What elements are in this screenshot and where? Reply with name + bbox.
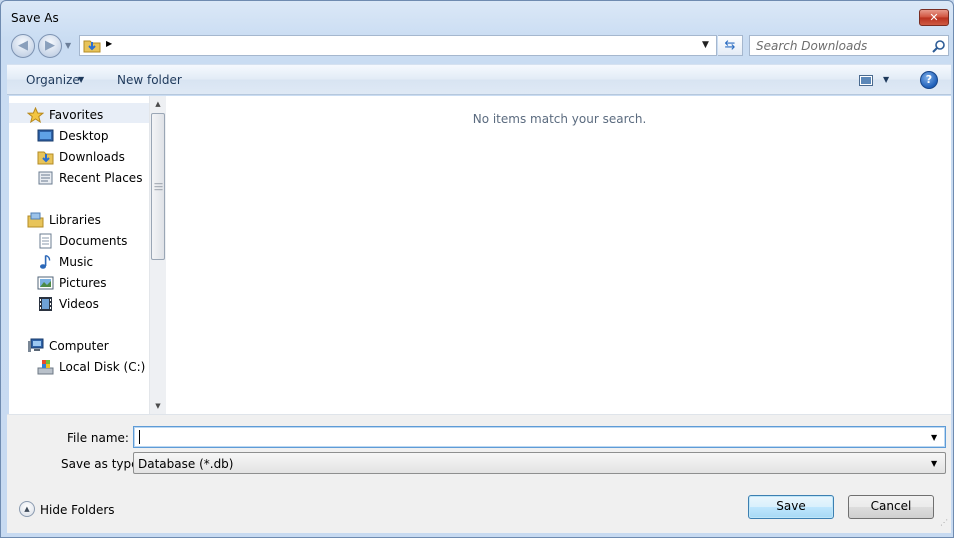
search-icon[interactable] [932,39,946,53]
nav-item-pictures[interactable]: Pictures [37,274,147,293]
save-options-panel: File name: ▼ Save as type: Database (*.d… [7,414,951,533]
close-icon: ✕ [929,11,939,24]
recent-places-icon [38,171,53,185]
music-icon [40,254,51,269]
nav-item-label: Music [59,255,94,269]
text-caret [139,430,140,444]
nav-item-favorites[interactable]: Favorites [27,106,147,125]
nav-item-computer[interactable]: Computer [27,337,147,356]
title-bar: Save As ✕ [1,1,953,33]
hide-folders-label: Hide Folders [40,503,115,517]
collapse-up-icon: ▲ [19,501,35,517]
nav-item-local-disk[interactable]: Local Disk (C:) [37,358,147,377]
nav-item-label: Favorites [49,108,104,122]
nav-item-label: Computer [49,339,109,353]
scroll-up-arrow-icon[interactable]: ▲ [150,96,166,112]
savetype-select[interactable]: Database (*.db) ▼ [133,452,946,474]
nav-item-videos[interactable]: Videos [37,295,147,314]
resize-grip-icon[interactable]: ⋰ [940,519,950,531]
nav-item-label: Recent Places [59,171,143,185]
recent-locations-dropdown[interactable]: ▼ [65,41,71,50]
savetype-label: Save as type: [61,457,143,471]
organize-dropdown-icon[interactable]: ▼ [78,75,84,84]
new-folder-button[interactable]: New folder [117,73,182,87]
nav-item-documents[interactable]: Documents [37,232,147,251]
scroll-down-arrow-icon[interactable]: ▼ [150,398,166,414]
filename-dropdown-icon[interactable]: ▼ [931,433,937,442]
save-button[interactable]: Save [748,495,834,519]
views-icon[interactable] [859,75,873,86]
pictures-icon [37,276,54,290]
nav-item-downloads[interactable]: Downloads [37,148,147,167]
videos-icon [39,297,52,311]
cancel-button[interactable]: Cancel [848,495,934,519]
save-as-dialog: Save As ✕ ◀ ▶ ▼ ▶ ▼ ⇆ Organize ▼ New fol… [0,0,954,538]
help-icon[interactable]: ? [920,71,938,89]
navigation-pane: Favorites Desktop Downloads Recent Place… [9,96,166,414]
local-disk-icon [37,360,54,375]
refresh-icon: ⇆ [724,38,736,53]
nav-item-label: Downloads [59,150,125,164]
nav-item-label: Videos [59,297,99,311]
address-dropdown-icon[interactable]: ▼ [702,40,709,50]
desktop-icon [37,129,54,142]
savetype-dropdown-icon[interactable]: ▼ [931,459,937,468]
downloads-folder-icon [37,151,54,165]
search-box[interactable] [749,35,949,56]
nav-item-label: Pictures [59,276,107,290]
downloads-folder-icon [83,40,101,53]
nav-item-libraries[interactable]: Libraries [27,211,147,230]
back-arrow-icon: ◀ [18,38,28,53]
nav-item-recent-places[interactable]: Recent Places [37,169,147,188]
scrollbar-thumb[interactable]: — — — [151,113,165,260]
star-icon [27,107,44,123]
forward-button[interactable]: ▶ [38,34,62,58]
nav-item-desktop[interactable]: Desktop [37,127,147,146]
close-button[interactable]: ✕ [919,9,949,26]
address-bar[interactable]: ▶ ▼ [79,35,717,56]
window-title: Save As [11,11,59,25]
nav-item-label: Documents [59,234,128,248]
libraries-icon [27,212,44,228]
organize-button[interactable]: Organize [26,73,80,87]
search-input[interactable] [756,39,921,53]
command-bar: Organize ▼ New folder ▼ ? [7,64,951,95]
file-list-area[interactable]: No items match your search. [166,96,951,414]
empty-results-message: No items match your search. [472,112,647,126]
views-dropdown-icon[interactable]: ▼ [883,75,889,84]
navigation-tree: Favorites Desktop Downloads Recent Place… [9,96,149,414]
savetype-value: Database (*.db) [138,457,234,471]
breadcrumb-chevron-icon[interactable]: ▶ [106,39,112,48]
grip-icon: — — — [154,179,163,195]
documents-icon [39,233,52,249]
nav-item-label: Libraries [49,213,101,227]
forward-arrow-icon: ▶ [45,38,55,53]
back-button[interactable]: ◀ [11,34,35,58]
filename-label: File name: [67,431,129,445]
nav-item-music[interactable]: Music [37,253,147,272]
nav-item-label: Local Disk (C:) [59,360,146,374]
navigation-scrollbar[interactable]: ▲ — — — ▼ [149,96,166,414]
filename-combobox[interactable]: ▼ [133,426,946,448]
computer-icon [28,338,44,352]
nav-item-label: Desktop [59,129,109,143]
filename-input[interactable] [138,430,923,444]
refresh-button[interactable]: ⇆ [718,35,743,56]
